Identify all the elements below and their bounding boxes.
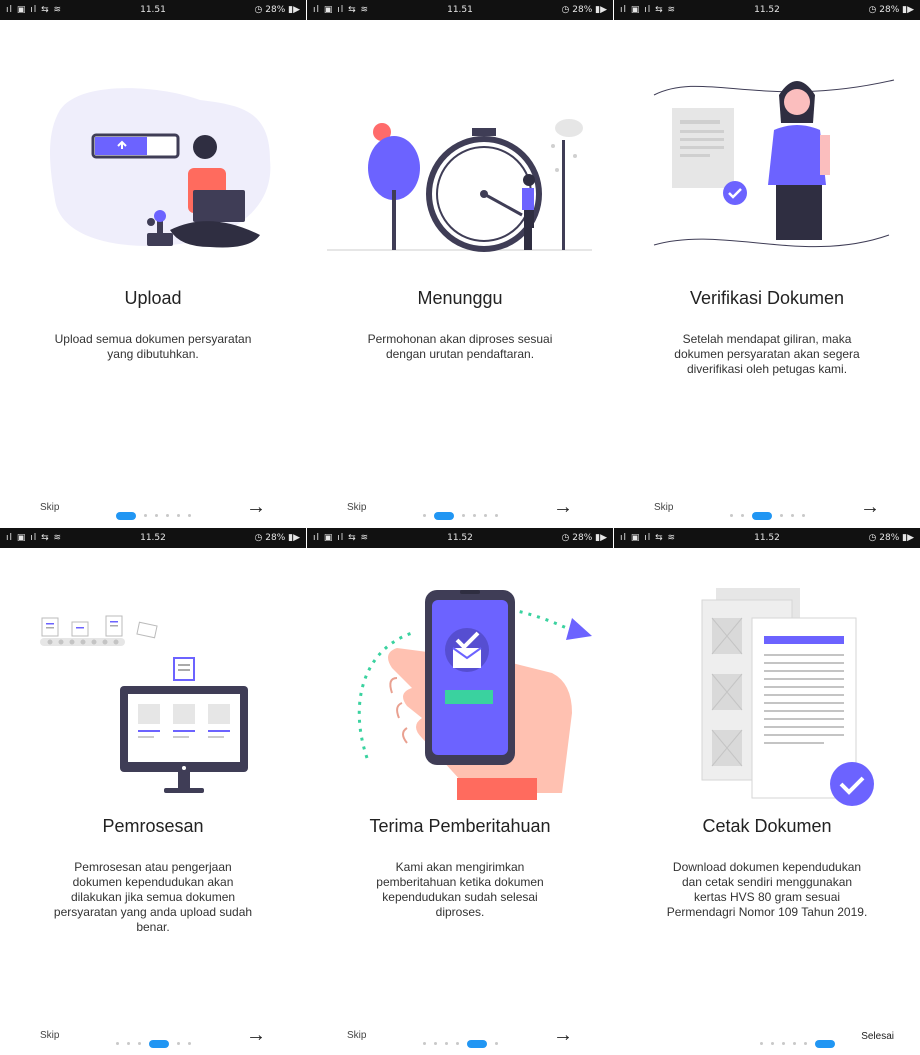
battery-indicator: ◷ 28% ▮▶ — [868, 5, 914, 15]
upload-illustration — [50, 88, 271, 248]
status-bar: ıl ▣ ıl ⇆ ≋ 11.52 ◷ 28% ▮▶ — [614, 0, 920, 20]
screen-description: Pemrosesan atau pengerjaan dokumen kepen… — [53, 860, 253, 934]
battery-indicator: ◷ 28% ▮▶ — [254, 5, 300, 15]
battery-indicator: ◷ 28% ▮▶ — [561, 533, 607, 543]
page-dot — [422, 514, 426, 518]
next-arrow-icon[interactable]: → — [553, 496, 573, 519]
screen-title: Upload — [124, 288, 182, 308]
verification-illustration — [653, 79, 895, 248]
onboarding-screen-cetak: ıl ▣ ıl ⇆ ≋ 11.52 ◷ 28% ▮▶ Cetak Dokumen… — [614, 528, 920, 1055]
page-dot — [422, 1042, 426, 1046]
page-dot — [461, 514, 465, 518]
onboarding-footer: Skip → — [307, 494, 613, 522]
page-dot-active — [433, 511, 454, 520]
onboarding-footer: Skip → — [307, 1022, 613, 1050]
status-bar: ıl ▣ ıl ⇆ ≋ 11.51 ◷ 28% ▮▶ — [307, 0, 613, 20]
screen-description: Permohonan akan diproses sesuai dengan u… — [367, 332, 553, 361]
screen-description: Download dokumen kependudukan dan cetak … — [666, 860, 868, 919]
page-dot — [115, 1042, 119, 1046]
onboarding-footer: Selesai — [614, 1022, 920, 1050]
page-dot — [494, 514, 498, 518]
page-dot-active — [148, 1039, 169, 1048]
page-dot — [494, 1042, 498, 1046]
page-dot-active — [115, 511, 136, 520]
onboarding-screen-menunggu: ıl ▣ ıl ⇆ ≋ 11.51 ◷ 28% ▮▶ Menunggu Perm… — [307, 0, 613, 527]
screen-title: Cetak Dokumen — [702, 816, 832, 836]
page-dot — [729, 514, 733, 518]
onboarding-footer: Skip → — [0, 494, 306, 522]
page-dot — [137, 1042, 141, 1046]
screen-title: Menunggu — [417, 288, 503, 308]
page-dot — [433, 1042, 437, 1046]
page-dot — [165, 514, 169, 518]
page-dot — [154, 514, 158, 518]
onboarding-screen-pemberitahuan: ıl ▣ ıl ⇆ ≋ 11.52 ◷ 28% ▮▶ Terima Pember… — [307, 528, 613, 1055]
page-dot-active — [814, 1039, 835, 1048]
status-bar: ıl ▣ ıl ⇆ ≋ 11.52 ◷ 28% ▮▶ — [307, 528, 613, 548]
screen-title: Verifikasi Dokumen — [689, 288, 845, 308]
screen-description: Upload semua dokumen persyaratan yang di… — [54, 332, 252, 361]
next-arrow-icon[interactable]: → — [553, 1024, 573, 1047]
page-dot — [444, 1042, 448, 1046]
page-dot — [455, 1042, 459, 1046]
notification-phone-illustration — [357, 590, 592, 800]
next-arrow-icon[interactable]: → — [246, 1024, 266, 1047]
page-dot — [176, 514, 180, 518]
page-dot — [176, 1042, 180, 1046]
page-dot-active — [466, 1039, 487, 1048]
battery-indicator: ◷ 28% ▮▶ — [868, 533, 914, 543]
battery-indicator: ◷ 28% ▮▶ — [561, 5, 607, 15]
onboarding-footer: Skip → — [0, 1022, 306, 1050]
page-dot — [781, 1042, 785, 1046]
screen-description: Setelah mendapat giliran, maka dokumen p… — [674, 332, 860, 376]
next-arrow-icon[interactable]: → — [246, 496, 266, 519]
page-dot — [770, 1042, 774, 1046]
screen-description: Kami akan mengirimkan pemberitahuan keti… — [376, 860, 544, 919]
page-dot — [803, 1042, 807, 1046]
battery-indicator: ◷ 28% ▮▶ — [254, 533, 300, 543]
print-document-illustration — [701, 588, 874, 806]
page-dot — [790, 514, 794, 518]
page-dot — [187, 1042, 191, 1046]
page-dot — [792, 1042, 796, 1046]
page-dot — [740, 514, 744, 518]
page-dot — [779, 514, 783, 518]
onboarding-screen-pemrosesan: ıl ▣ ıl ⇆ ≋ 11.52 ◷ 28% ▮▶ Pemrosesan Pe… — [0, 528, 306, 1055]
page-dot — [759, 1042, 763, 1046]
page-dot — [126, 1042, 130, 1046]
page-dot — [801, 514, 805, 518]
status-bar: ıl ▣ ıl ⇆ ≋ 11.52 ◷ 28% ▮▶ — [0, 528, 306, 548]
onboarding-screen-verifikasi: ıl ▣ ıl ⇆ ≋ 11.52 ◷ 28% ▮▶ Verifikasi Do… — [614, 0, 920, 527]
done-button[interactable]: Selesai — [861, 1031, 894, 1042]
processing-monitor-illustration — [40, 615, 248, 793]
page-dot — [472, 514, 476, 518]
waiting-clock-illustration — [327, 119, 592, 252]
page-dot-active — [751, 511, 772, 520]
onboarding-screen-upload: ıl ▣ ıl ⇆ ≋ 11.51 ◷ 28% ▮▶ Upload Upload… — [0, 0, 306, 527]
screen-title: Terima Pemberitahuan — [369, 816, 551, 836]
next-arrow-icon[interactable]: → — [860, 496, 880, 519]
page-dot — [483, 514, 487, 518]
onboarding-footer: Skip → — [614, 494, 920, 522]
page-dot — [143, 514, 147, 518]
status-bar: ıl ▣ ıl ⇆ ≋ 11.51 ◷ 28% ▮▶ — [0, 0, 306, 20]
status-bar: ıl ▣ ıl ⇆ ≋ 11.52 ◷ 28% ▮▶ — [614, 528, 920, 548]
page-dot — [187, 514, 191, 518]
screen-title: Pemrosesan — [102, 816, 204, 836]
